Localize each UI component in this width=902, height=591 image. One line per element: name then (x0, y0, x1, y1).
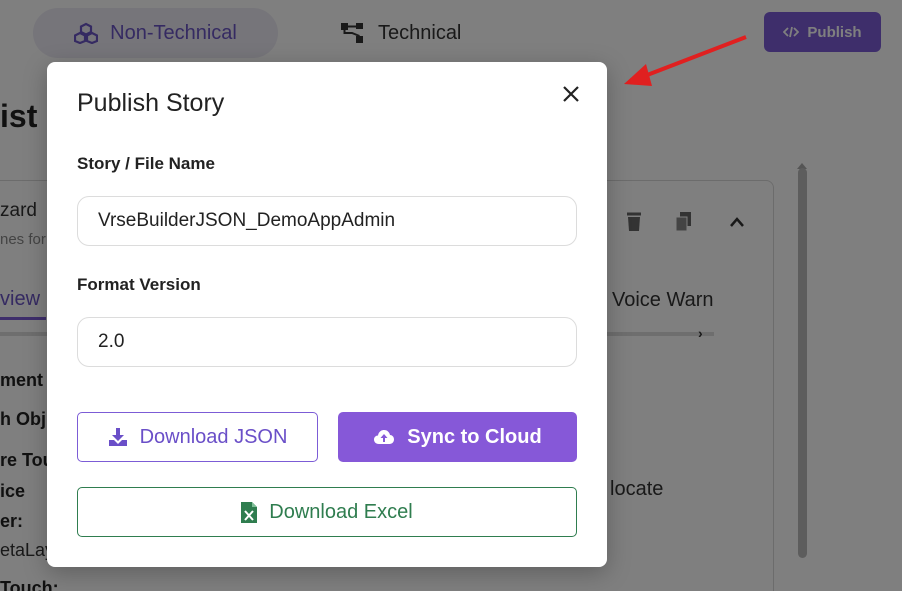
story-name-label: Story / File Name (77, 154, 215, 173)
format-version-input[interactable] (77, 317, 577, 367)
format-version-label: Format Version (77, 275, 201, 294)
download-json-button[interactable]: Download JSON (77, 412, 318, 462)
close-icon[interactable] (559, 82, 583, 106)
download-icon (108, 428, 127, 446)
story-name-input[interactable] (77, 196, 577, 246)
sync-to-cloud-label: Sync to Cloud (407, 425, 542, 448)
download-json-label: Download JSON (139, 425, 288, 448)
sync-to-cloud-button[interactable]: Sync to Cloud (338, 412, 577, 462)
excel-file-icon (241, 501, 258, 523)
publish-story-dialog: Publish Story Story / File Name Format V… (47, 62, 607, 567)
dialog-title: Publish Story (77, 89, 225, 117)
download-excel-label: Download Excel (269, 500, 413, 523)
download-excel-button[interactable]: Download Excel (77, 487, 577, 537)
cloud-upload-icon (374, 430, 395, 444)
